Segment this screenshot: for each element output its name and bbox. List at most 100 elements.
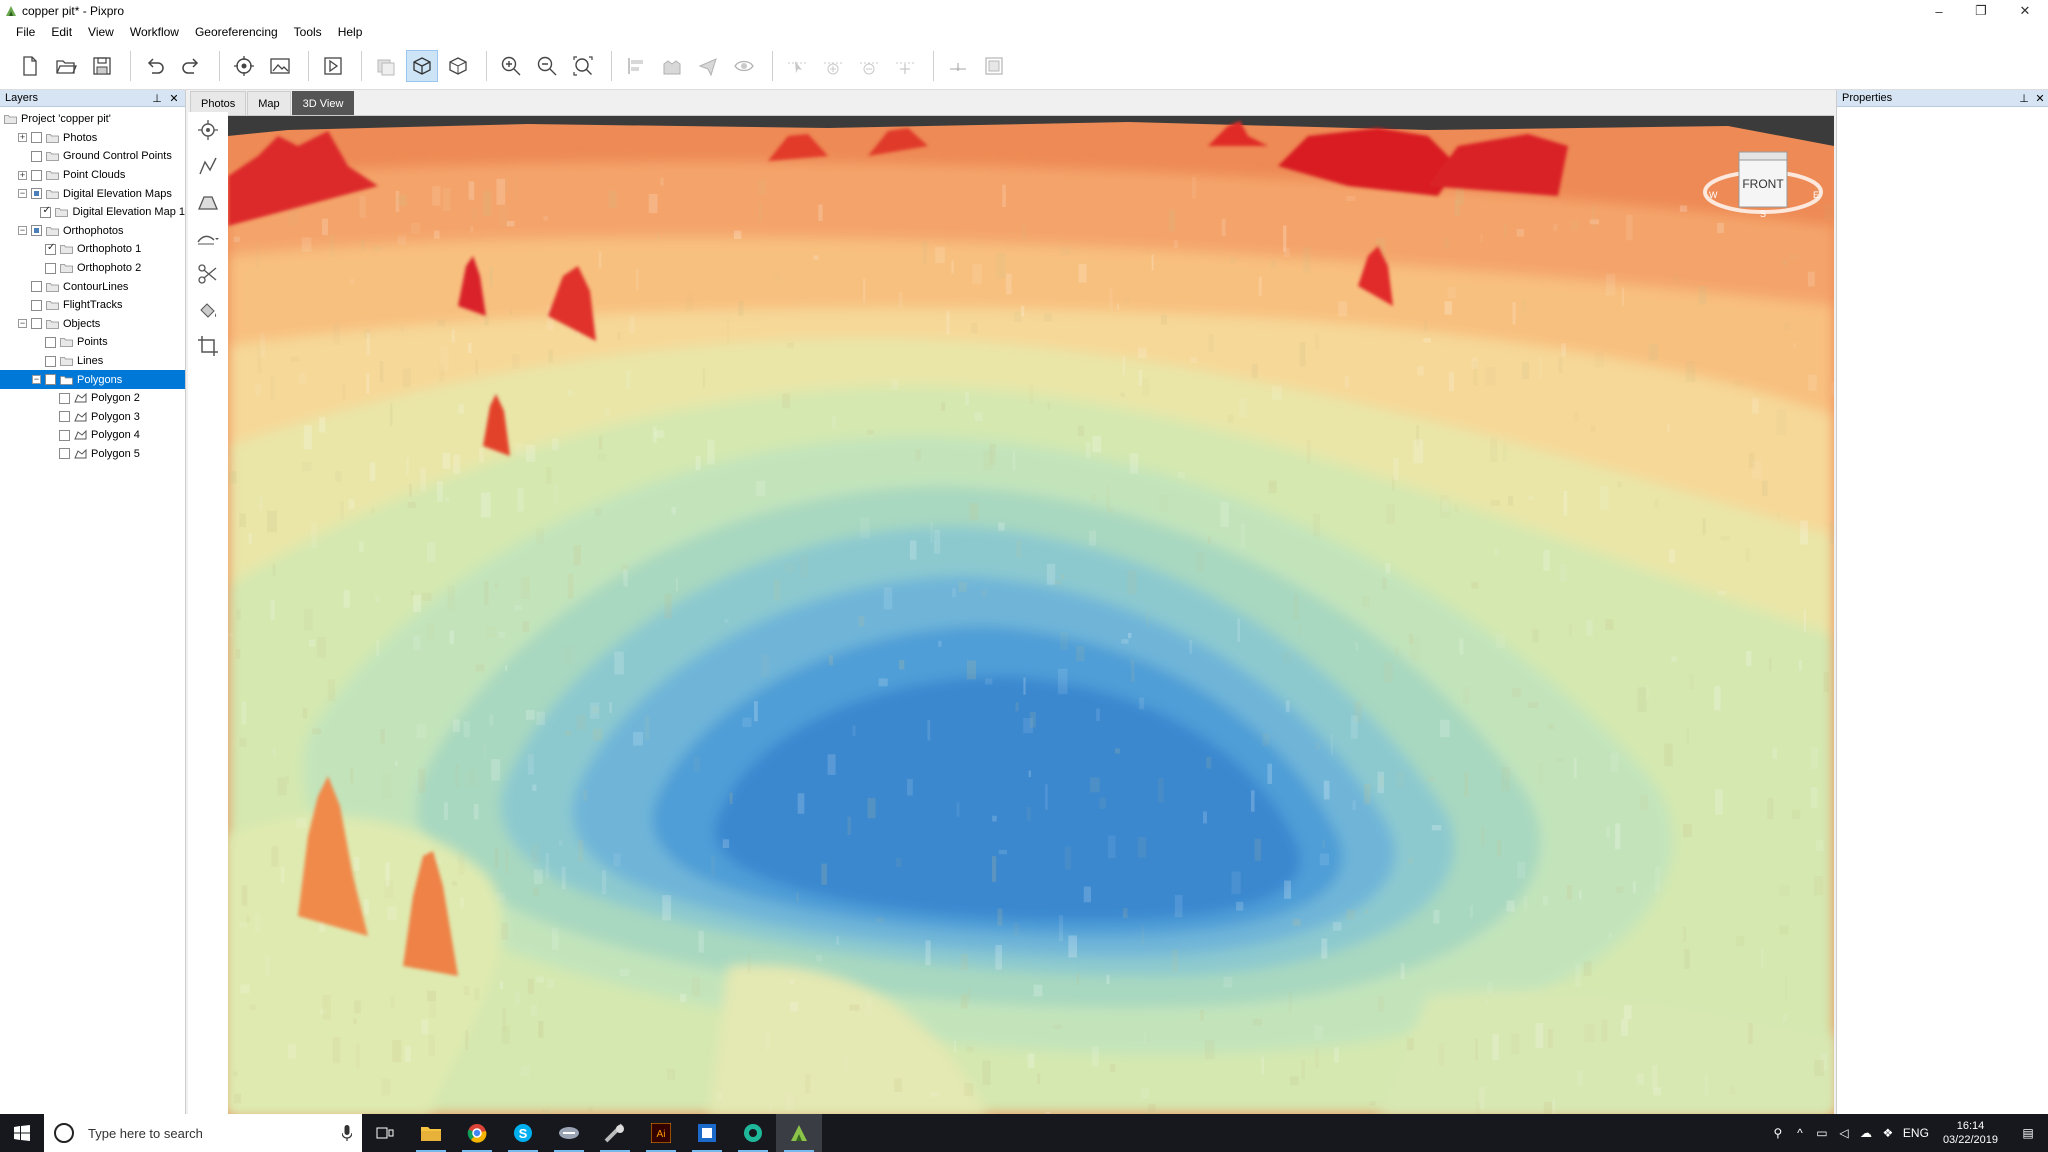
locate-icon[interactable] xyxy=(188,112,228,148)
chrome-icon[interactable] xyxy=(454,1114,500,1152)
expand-icon[interactable]: + xyxy=(18,133,27,143)
layer-tree-row[interactable]: Orthophoto 2 xyxy=(0,259,185,278)
layer-visibility-checkbox[interactable] xyxy=(40,205,52,218)
taskbar-search[interactable]: Type here to search xyxy=(44,1114,362,1152)
layer-visibility-checkbox[interactable] xyxy=(59,392,70,404)
polyline-icon[interactable] xyxy=(188,148,228,184)
layer-visibility-checkbox[interactable] xyxy=(45,336,56,348)
building-icon[interactable] xyxy=(656,50,688,82)
cut-icon[interactable] xyxy=(188,256,228,292)
layer-visibility-checkbox[interactable] xyxy=(31,188,42,200)
layer-visibility-checkbox[interactable] xyxy=(59,448,70,460)
minimize-button[interactable]: – xyxy=(1916,0,1962,22)
layer-tree-row[interactable]: Ground Control Points xyxy=(0,147,185,166)
people-icon[interactable]: ⚲ xyxy=(1767,1114,1789,1152)
layer-visibility-checkbox[interactable] xyxy=(59,411,70,423)
measure-icon[interactable] xyxy=(942,50,974,82)
close-button[interactable]: ✕ xyxy=(2002,0,2048,22)
move-point-icon[interactable] xyxy=(889,50,921,82)
layer-tree-row[interactable]: Polygon 4 xyxy=(0,426,185,445)
layer-visibility-checkbox[interactable] xyxy=(45,242,56,255)
file-explorer-icon[interactable] xyxy=(408,1114,454,1152)
flight-icon[interactable] xyxy=(692,50,724,82)
collapse-icon[interactable]: − xyxy=(32,375,41,385)
3d-viewport[interactable]: FRONT W E S xyxy=(228,116,1834,1114)
app-icon-4[interactable] xyxy=(730,1114,776,1152)
tab-3d-view[interactable]: 3D View xyxy=(291,91,355,115)
dropbox-icon[interactable]: ❖ xyxy=(1877,1114,1899,1152)
clock[interactable]: 16:14 03/22/2019 xyxy=(1933,1119,2008,1147)
expand-icon[interactable]: + xyxy=(18,170,27,180)
3d-box-icon[interactable] xyxy=(406,49,438,82)
menu-tools[interactable]: Tools xyxy=(286,22,330,42)
layer-visibility-checkbox[interactable] xyxy=(31,299,42,311)
collapse-icon[interactable]: − xyxy=(18,189,27,199)
network-icon[interactable]: ▭ xyxy=(1811,1114,1833,1152)
layer-tree-row[interactable]: ContourLines xyxy=(0,277,185,296)
fill-icon[interactable] xyxy=(188,292,228,328)
skype-icon[interactable]: S xyxy=(500,1114,546,1152)
undo-icon[interactable] xyxy=(139,50,171,82)
surface-dropdown-icon[interactable] xyxy=(188,220,228,256)
layer-visibility-checkbox[interactable] xyxy=(31,318,42,330)
illustrator-icon[interactable]: Ai xyxy=(638,1114,684,1152)
zoom-extent-icon[interactable] xyxy=(567,50,599,82)
app-icon-1[interactable] xyxy=(546,1114,592,1152)
add-image-icon[interactable] xyxy=(264,50,296,82)
app-icon-2[interactable] xyxy=(592,1114,638,1152)
layer-tree-row[interactable]: − Objects xyxy=(0,315,185,334)
layer-tree-row[interactable]: Polygon 3 xyxy=(0,408,185,427)
layer-visibility-checkbox[interactable] xyxy=(31,281,42,293)
language-indicator[interactable]: ENG xyxy=(1899,1114,1933,1152)
restore-button[interactable]: ❐ xyxy=(1958,0,2004,22)
window-icon[interactable] xyxy=(978,50,1010,82)
layer-tree-row[interactable]: − Polygons xyxy=(0,370,185,389)
microphone-icon[interactable] xyxy=(342,1125,352,1141)
save-icon[interactable] xyxy=(86,50,118,82)
layer-tree-row[interactable]: + Point Clouds xyxy=(0,166,185,185)
layer-tree-row[interactable]: + Photos xyxy=(0,129,185,148)
menu-help[interactable]: Help xyxy=(330,22,371,42)
chevron-up-icon[interactable]: ^ xyxy=(1789,1114,1811,1152)
layer-visibility-checkbox[interactable] xyxy=(31,132,42,144)
layer-tree-row[interactable]: Project 'copper pit' xyxy=(0,110,185,129)
align-icon[interactable] xyxy=(620,50,652,82)
pixpro-icon[interactable] xyxy=(776,1114,822,1152)
layer-tree-row[interactable]: Lines xyxy=(0,352,185,371)
layer-visibility-checkbox[interactable] xyxy=(45,355,56,367)
remove-point-icon[interactable] xyxy=(853,50,885,82)
layer-tree-row[interactable]: Orthophoto 1 xyxy=(0,240,185,259)
menu-view[interactable]: View xyxy=(80,22,122,42)
add-point-icon[interactable] xyxy=(817,50,849,82)
layer-visibility-checkbox[interactable] xyxy=(45,374,56,386)
layer-visibility-checkbox[interactable] xyxy=(59,429,70,441)
layer-tree-row[interactable]: Points xyxy=(0,333,185,352)
select-point-icon[interactable] xyxy=(781,50,813,82)
layer-visibility-checkbox[interactable] xyxy=(45,262,56,274)
layer-visibility-checkbox[interactable] xyxy=(31,169,42,181)
pin-icon[interactable]: ⊥ xyxy=(150,91,164,105)
notifications-icon[interactable]: ▤ xyxy=(2008,1114,2048,1152)
app-icon-3[interactable] xyxy=(684,1114,730,1152)
layer-tree-row[interactable]: − Digital Elevation Maps xyxy=(0,184,185,203)
crop-icon[interactable] xyxy=(188,328,228,364)
tab-map[interactable]: Map xyxy=(247,91,291,115)
layer-tree-row[interactable]: Polygon 2 xyxy=(0,389,185,408)
cube-icon[interactable] xyxy=(442,50,474,82)
add-gcp-icon[interactable] xyxy=(228,50,260,82)
close-panel-icon[interactable]: ✕ xyxy=(167,91,181,105)
menu-edit[interactable]: Edit xyxy=(43,22,80,42)
collapse-icon[interactable]: − xyxy=(18,226,27,236)
task-view-icon[interactable] xyxy=(362,1114,408,1152)
pin-icon[interactable]: ⊥ xyxy=(2017,91,2031,105)
close-panel-icon[interactable]: ✕ xyxy=(2033,91,2047,105)
polygon-tool-icon[interactable] xyxy=(188,184,228,220)
open-folder-icon[interactable] xyxy=(50,50,82,82)
collapse-icon[interactable]: − xyxy=(18,319,27,329)
start-button[interactable] xyxy=(0,1114,44,1152)
zoom-in-icon[interactable] xyxy=(495,50,527,82)
redo-icon[interactable] xyxy=(175,50,207,82)
layer-tree-row[interactable]: FlightTracks xyxy=(0,296,185,315)
dem-icon[interactable] xyxy=(370,50,402,82)
run-icon[interactable] xyxy=(317,50,349,82)
